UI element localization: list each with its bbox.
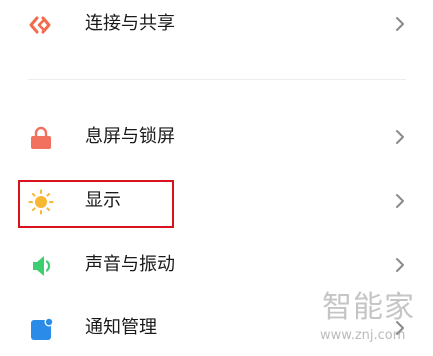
settings-item-notifications[interactable]: 通知管理 [0,300,433,356]
settings-item-display[interactable]: 显示 [0,173,433,229]
chevron-right-icon [393,255,407,275]
lock-icon [28,125,54,151]
settings-item-label: 通知管理 [85,317,157,338]
settings-item-label: 息屏与锁屏 [85,126,175,147]
chevron-right-icon [393,14,407,34]
settings-item-label: 声音与振动 [85,254,175,275]
settings-item-label: 连接与共享 [85,13,175,34]
settings-page: 连接与共享 息屏与锁屏 显示 声音与振动 通知管理 智能家 www.znj.co… [0,0,433,355]
connection-share-icon [28,12,54,38]
chevron-right-icon [393,318,407,338]
settings-item-lock-screen[interactable]: 息屏与锁屏 [0,109,433,165]
chevron-right-icon [393,127,407,147]
settings-item-connection-share[interactable]: 连接与共享 [0,0,433,52]
settings-item-label: 显示 [85,190,121,211]
notification-icon [28,316,54,342]
divider [28,79,406,80]
speaker-icon [28,253,54,279]
sun-icon [28,189,54,215]
settings-item-sound-vibration[interactable]: 声音与振动 [0,237,433,293]
chevron-right-icon [393,191,407,211]
